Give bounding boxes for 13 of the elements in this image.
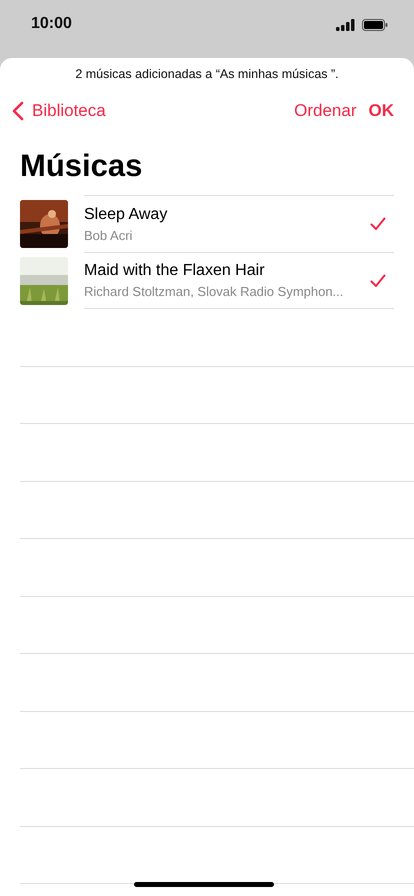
back-link[interactable]: Biblioteca: [12, 101, 106, 121]
done-button[interactable]: OK: [368, 101, 394, 121]
page-title: Músicas: [19, 147, 144, 185]
song-title: Sleep Away: [84, 206, 168, 224]
toast-message: 2 músicas adicionadas a “As minhas músicas ”.: [74, 66, 340, 83]
back-chevron-icon: [12, 101, 24, 121]
sort-button[interactable]: Ordenar: [294, 101, 356, 121]
song-artist: Bob Acri: [84, 228, 134, 242]
song-title: Maid with the Flaxen Hair: [84, 262, 266, 280]
song-artist: Richard Stoltzman, Slovak Radio Symphon...: [84, 284, 344, 299]
signal-icon: [336, 19, 356, 31]
status-time: 10:00: [31, 15, 72, 33]
battery-icon: [362, 19, 388, 31]
